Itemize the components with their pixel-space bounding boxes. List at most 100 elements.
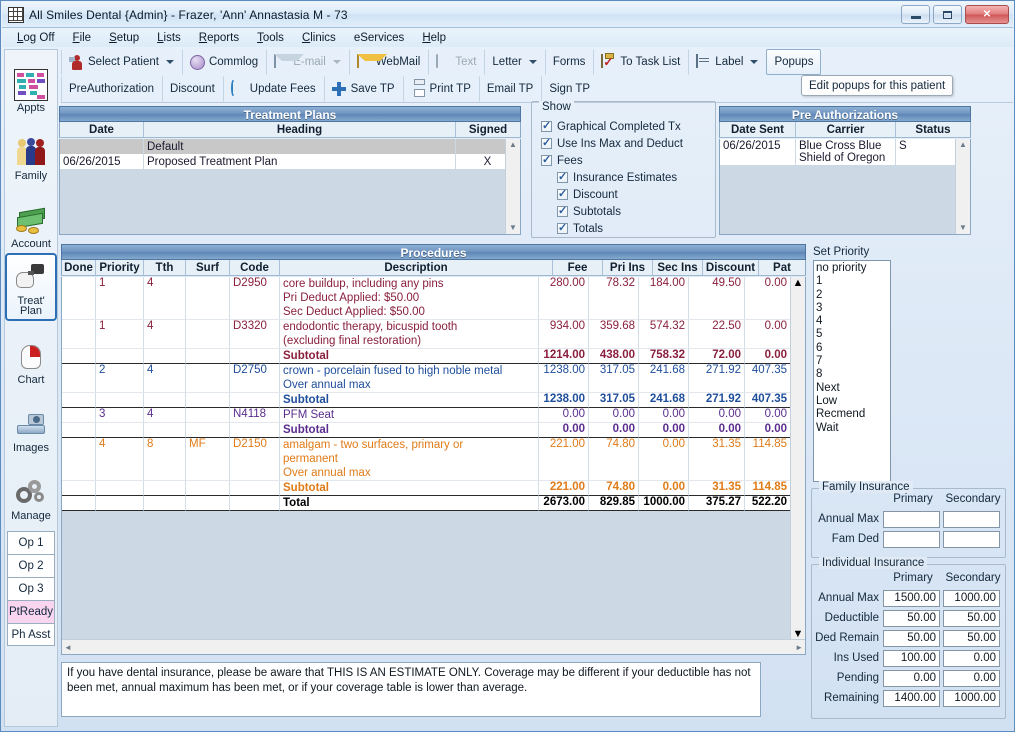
set-priority-listbox[interactable]: no priority 1 2 3 4 5 6 7 8 Next Low Recmend Wait — [813, 260, 891, 482]
text-button[interactable]: Text — [428, 49, 484, 75]
insurance-primary-value[interactable]: 50.00 — [883, 629, 940, 647]
table-row[interactable]: 06/26/2015 Proposed Treatment Plan X — [60, 154, 520, 169]
column-header-code[interactable]: Code — [230, 260, 280, 275]
column-header-tth[interactable]: Tth — [144, 260, 186, 275]
chevron-down-icon[interactable] — [165, 60, 174, 64]
table-row[interactable]: Default — [60, 139, 520, 154]
column-header-priority[interactable]: Priority — [96, 260, 144, 275]
column-header-sec-ins[interactable]: Sec Ins — [653, 260, 703, 275]
commlog-button[interactable]: Commlog — [181, 49, 266, 75]
procedures-vertical-scrollbar[interactable]: ▲ ▼ — [790, 277, 805, 640]
column-header-date[interactable]: Date — [60, 122, 144, 137]
family-fam-ded-secondary[interactable] — [943, 530, 1000, 548]
pre-authorizations-scrollbar[interactable]: ▲ ▼ — [955, 139, 970, 234]
op-button-3[interactable]: Op 3 — [7, 577, 55, 600]
set-priority-option[interactable]: Next — [816, 382, 890, 395]
save-tp-button[interactable]: Save TP — [323, 76, 403, 102]
set-priority-option[interactable]: 7 — [816, 355, 890, 368]
webmail-button[interactable]: WebMail — [348, 49, 429, 75]
menu-item-tools[interactable]: Tools — [248, 30, 293, 46]
to-task-list-button[interactable]: To Task List — [593, 49, 688, 75]
discount-button[interactable]: Discount — [162, 76, 223, 102]
sidebar-item-manage[interactable]: Manage — [5, 457, 57, 525]
treatment-plans-scrollbar[interactable]: ▲ ▼ — [505, 139, 520, 234]
scroll-up-icon[interactable]: ▲ — [959, 139, 967, 151]
set-priority-option[interactable]: 4 — [816, 315, 890, 328]
op-button-ph-asst[interactable]: Ph Asst — [7, 623, 55, 646]
print-tp-button[interactable]: Print TP — [402, 76, 479, 102]
insurance-secondary-value[interactable]: 1000.00 — [943, 589, 1000, 607]
chevron-down-icon[interactable] — [528, 60, 537, 64]
update-fees-button[interactable]: Update Fees — [222, 76, 324, 102]
insurance-primary-value[interactable]: 0.00 — [883, 669, 940, 687]
column-header-done[interactable]: Done — [62, 260, 96, 275]
set-priority-option[interactable]: 8 — [816, 368, 890, 381]
letter-button[interactable]: Letter — [484, 49, 544, 75]
insurance-secondary-value[interactable]: 50.00 — [943, 629, 1000, 647]
checkbox-subtotals[interactable]: Subtotals — [557, 203, 711, 220]
scroll-right-icon[interactable]: ► — [795, 643, 803, 652]
checkbox-icon[interactable] — [557, 221, 568, 234]
email-tp-button[interactable]: Email TP — [478, 76, 541, 102]
insurance-primary-value[interactable]: 100.00 — [883, 649, 940, 667]
op-button-ptready[interactable]: PtReady — [7, 600, 55, 623]
insurance-secondary-value[interactable]: 0.00 — [943, 669, 1000, 687]
column-header-date-sent[interactable]: Date Sent — [720, 122, 796, 137]
sidebar-item-appts[interactable]: Appts — [5, 49, 57, 117]
checkbox-icon[interactable] — [557, 204, 568, 217]
menu-item-reports[interactable]: Reports — [190, 30, 248, 46]
forms-button[interactable]: Forms — [544, 49, 594, 75]
sidebar-item-chart[interactable]: Chart — [5, 321, 57, 389]
checkbox-icon[interactable] — [557, 170, 568, 183]
checkbox-icon[interactable] — [541, 119, 552, 132]
column-header-pat[interactable]: Pat — [759, 260, 805, 275]
column-header-carrier[interactable]: Carrier — [796, 122, 896, 137]
menu-item-help[interactable]: Help — [413, 30, 455, 46]
set-priority-option[interactable]: Low — [816, 395, 890, 408]
insurance-secondary-value[interactable]: 1000.00 — [943, 689, 1000, 707]
menu-item-eservices[interactable]: eServices — [345, 30, 414, 46]
insurance-primary-value[interactable]: 1500.00 — [883, 589, 940, 607]
scroll-up-icon[interactable]: ▲ — [793, 277, 804, 289]
op-button-1[interactable]: Op 1 — [7, 531, 55, 554]
select-patient-button[interactable]: Select Patient — [61, 49, 182, 75]
column-header-fee[interactable]: Fee — [553, 260, 603, 275]
table-row[interactable]: 06/26/2015 Blue Cross Blue Shield of Ore… — [720, 139, 970, 165]
set-priority-option[interactable]: no priority — [816, 262, 890, 275]
scroll-down-icon[interactable]: ▼ — [959, 222, 967, 234]
insurance-primary-value[interactable]: 1400.00 — [883, 689, 940, 707]
checkbox-use-ins-max-and-deduct[interactable]: Use Ins Max and Deduct — [541, 135, 711, 152]
sign-tp-button[interactable]: Sign TP — [541, 76, 598, 102]
column-header-surf[interactable]: Surf — [186, 260, 230, 275]
checkbox-insurance-estimates[interactable]: Insurance Estimates — [557, 169, 711, 186]
checkbox-graphical-completed-tx[interactable]: Graphical Completed Tx — [541, 118, 711, 135]
menu-item-logoff[interactable]: Log Off — [8, 30, 64, 46]
menu-item-setup[interactable]: Setup — [100, 30, 148, 46]
procedures-horizontal-scrollbar[interactable]: ◄ ► — [62, 639, 805, 654]
set-priority-option[interactable]: 6 — [816, 342, 890, 355]
sidebar-item-images[interactable]: Images — [5, 389, 57, 457]
checkbox-icon[interactable] — [557, 187, 568, 200]
set-priority-option[interactable]: Wait — [816, 422, 890, 435]
set-priority-option[interactable]: 3 — [816, 302, 890, 315]
menu-item-lists[interactable]: Lists — [148, 30, 190, 46]
family-annual-max-secondary[interactable] — [943, 510, 1000, 528]
set-priority-option[interactable]: 5 — [816, 328, 890, 341]
set-priority-option[interactable]: Recmend — [816, 408, 890, 421]
maximize-button[interactable] — [933, 5, 962, 24]
checkbox-discount[interactable]: Discount — [557, 186, 711, 203]
scroll-left-icon[interactable]: ◄ — [64, 643, 72, 652]
sidebar-item-treat-plan[interactable]: Treat' Plan — [5, 253, 57, 321]
column-header-description[interactable]: Description — [280, 260, 553, 275]
email-button[interactable]: E-mail — [266, 49, 349, 75]
label-button[interactable]: Label — [688, 49, 766, 75]
sidebar-item-family[interactable]: Family — [5, 117, 57, 185]
minimize-button[interactable] — [901, 5, 930, 24]
menu-item-clinics[interactable]: Clinics — [293, 30, 345, 46]
menu-item-file[interactable]: File — [64, 30, 101, 46]
column-header-status[interactable]: Status — [896, 122, 970, 137]
family-annual-max-primary[interactable] — [883, 510, 940, 528]
close-button[interactable]: ✕ — [965, 5, 1009, 24]
procedure-row[interactable]: 4 8 MF D2150 amalgam - two surfaces, primary… — [62, 438, 791, 481]
family-fam-ded-primary[interactable] — [883, 530, 940, 548]
